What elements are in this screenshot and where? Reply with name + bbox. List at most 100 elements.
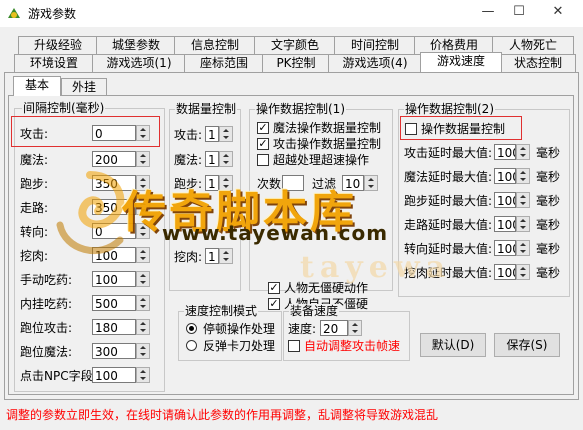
interval-manual-potion-label: 手动吃药: — [20, 273, 73, 287]
equipspeed-speed-input[interactable]: 20 — [320, 320, 348, 336]
opctrl2-dig-unit: 毫秒 — [536, 266, 561, 280]
speedmode-group-title: 速度控制模式 — [184, 304, 259, 318]
tab-levelup-exp[interactable]: 升级经验 — [18, 36, 98, 54]
app-icon — [8, 8, 20, 18]
tab-castle[interactable]: 城堡参数 — [96, 36, 176, 54]
tab-game-speed[interactable]: 游戏速度 — [420, 52, 502, 72]
equipspeed-auto-label: 自动调整攻击帧速 — [304, 339, 401, 353]
opctrl2-turn-spinner[interactable] — [516, 240, 530, 256]
speedmode-bounce-label: 反弹卡刀处理 — [203, 339, 276, 353]
tab-pk-control[interactable]: PK控制 — [262, 54, 330, 72]
opctrl2-magic-spinner[interactable] — [516, 168, 530, 184]
equipspeed-auto-checkbox[interactable] — [288, 340, 300, 352]
opctrl2-magic-input[interactable]: 100 — [494, 168, 516, 184]
opctrl1-selfnostiff-checkbox[interactable]: ✓ — [268, 298, 280, 310]
opctrl2-run-spinner[interactable] — [516, 192, 530, 208]
watermark-faint-text: tayewa — [300, 250, 452, 285]
opctrl1-attack-checkbox[interactable]: ✓ — [257, 138, 269, 150]
opctrl2-group-title: 操作数据控制(2) — [404, 102, 495, 116]
opctrl2-walk-label: 走路延时最大值: — [404, 218, 493, 232]
opctrl2-dig-spinner[interactable] — [516, 264, 530, 280]
highlight-box-opctrl2 — [400, 116, 522, 140]
opctrl2-magic-label: 魔法延时最大值: — [404, 170, 493, 184]
dataqty-group-title: 数据量控制 — [175, 102, 238, 116]
tab-info-control[interactable]: 信息控制 — [174, 36, 256, 54]
opctrl2-attack-unit: 毫秒 — [536, 146, 561, 160]
interval-auto-potion-label: 内挂吃药: — [20, 297, 73, 311]
dataqty-attack-spinner[interactable] — [219, 126, 233, 142]
interval-npc-click-spinner[interactable] — [136, 367, 150, 383]
interval-npc-click-input[interactable]: 100 — [92, 367, 136, 383]
interval-manual-potion-input[interactable]: 100 — [92, 271, 136, 287]
dataqty-magic-label: 魔法: — [174, 153, 203, 167]
tab-game-options-4[interactable]: 游戏选项(4) — [328, 54, 422, 72]
equipspeed-speed-label: 速度: — [288, 322, 317, 336]
default-button[interactable]: 默认(D) — [420, 333, 486, 357]
interval-run-magic-spinner[interactable] — [136, 343, 150, 359]
maximize-button[interactable]: ☐ — [509, 4, 529, 22]
interval-auto-potion-input[interactable]: 500 — [92, 295, 136, 311]
speedmode-pause-label: 停顿操作处理 — [203, 322, 276, 336]
footer-warning: 调整的参数立即生效，在线时请确认此参数的作用再调整，乱调整将导致游戏混乱 — [6, 408, 439, 422]
tab-time-control[interactable]: 时间控制 — [334, 36, 416, 54]
interval-run-magic-label: 跑位魔法: — [20, 345, 73, 359]
interval-manual-potion-spinner[interactable] — [136, 271, 150, 287]
subtab-plugin[interactable]: 外挂 — [61, 78, 107, 96]
tab-coord-range[interactable]: 座标范围 — [184, 54, 264, 72]
equipspeed-group — [283, 311, 410, 361]
save-button[interactable]: 保存(S) — [494, 333, 560, 357]
interval-run-attack-label: 跑位攻击: — [20, 321, 73, 335]
close-button[interactable]: ✕ — [548, 4, 568, 22]
dataqty-attack-input[interactable]: 1 — [205, 126, 219, 142]
tab-environment[interactable]: 环境设置 — [14, 54, 94, 72]
opctrl2-attack-label: 攻击延时最大值: — [404, 146, 493, 160]
opctrl2-walk-input[interactable]: 100 — [494, 216, 516, 232]
opctrl2-attack-input[interactable]: 100 — [494, 144, 516, 160]
tab-text-color[interactable]: 文字颜色 — [254, 36, 336, 54]
opctrl2-run-label: 跑步延时最大值: — [404, 194, 493, 208]
speedmode-group — [178, 311, 282, 361]
opctrl2-attack-spinner[interactable] — [516, 144, 530, 160]
interval-group-title: 间隔控制(毫秒) — [22, 101, 106, 115]
tab-char-death[interactable]: 人物死亡 — [492, 36, 574, 54]
opctrl2-walk-spinner[interactable] — [516, 216, 530, 232]
dataqty-dig-input[interactable]: 1 — [205, 248, 219, 264]
equipspeed-speed-spinner[interactable] — [348, 320, 362, 336]
opctrl1-nostiff-checkbox[interactable]: ✓ — [268, 282, 280, 294]
watermark-url: www.tayewan.com — [162, 221, 389, 245]
dataqty-magic-spinner[interactable] — [219, 151, 233, 167]
opctrl2-dig-input[interactable]: 100 — [494, 264, 516, 280]
opctrl2-run-input[interactable]: 100 — [494, 192, 516, 208]
dataqty-magic-input[interactable]: 1 — [205, 151, 219, 167]
minimize-button[interactable]: — — [478, 4, 498, 22]
speedmode-bounce-radio[interactable] — [186, 340, 197, 351]
opctrl1-group-title: 操作数据控制(1) — [255, 102, 346, 116]
dataqty-dig-spinner[interactable] — [219, 248, 233, 264]
opctrl2-turn-unit: 毫秒 — [536, 242, 561, 256]
subtab-basic[interactable]: 基本 — [13, 76, 61, 96]
opctrl1-filter-spinner[interactable] — [364, 175, 378, 191]
interval-auto-potion-spinner[interactable] — [136, 295, 150, 311]
opctrl2-magic-unit: 毫秒 — [536, 170, 561, 184]
highlight-box-attack — [11, 116, 160, 147]
tab-game-options-1[interactable]: 游戏选项(1) — [92, 54, 186, 72]
equipspeed-group-title: 装备速度 — [289, 304, 340, 318]
opctrl1-magic-checkbox[interactable]: ✓ — [257, 122, 269, 134]
interval-run-magic-input[interactable]: 300 — [92, 343, 136, 359]
opctrl2-walk-unit: 毫秒 — [536, 218, 561, 232]
opctrl2-turn-input[interactable]: 100 — [494, 240, 516, 256]
title-bar: 游戏参数 — ☐ ✕ — [0, 0, 583, 27]
window-title: 游戏参数 — [28, 7, 77, 21]
opctrl1-magic-label: 魔法操作数据量控制 — [273, 121, 382, 135]
dataqty-attack-label: 攻击: — [174, 128, 203, 142]
interval-npc-click-label: 点击NPC字段: — [20, 369, 97, 383]
opctrl2-run-unit: 毫秒 — [536, 194, 561, 208]
interval-run-attack-input[interactable]: 180 — [92, 319, 136, 335]
dataqty-dig-label: 挖肉: — [174, 250, 203, 264]
tab-status-control[interactable]: 状态控制 — [500, 54, 576, 72]
opctrl1-attack-label: 攻击操作数据量控制 — [273, 137, 382, 151]
opctrl1-overspeed-checkbox[interactable] — [257, 154, 269, 166]
opctrl1-overspeed-label: 超越处理超速操作 — [273, 153, 370, 167]
interval-run-attack-spinner[interactable] — [136, 319, 150, 335]
speedmode-pause-radio[interactable] — [186, 323, 197, 334]
